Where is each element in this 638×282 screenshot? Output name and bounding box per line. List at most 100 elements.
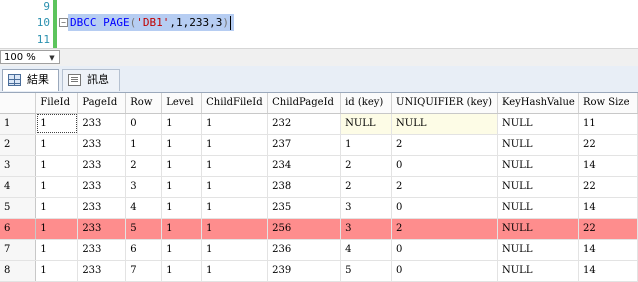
column-header[interactable]: UNIQUIFIER (key) <box>391 93 498 114</box>
tab-messages[interactable]: 訊息 <box>62 69 120 91</box>
row-number[interactable]: 6 <box>0 218 37 240</box>
grid-cell[interactable]: NULL <box>497 197 579 219</box>
grid-cell[interactable]: 5 <box>125 218 163 240</box>
grid-cell[interactable]: 1 <box>201 134 269 156</box>
grid-cell[interactable]: 233 <box>77 260 127 282</box>
grid-cell[interactable]: 1 <box>161 197 203 219</box>
grid-cell[interactable]: NULL <box>497 260 579 282</box>
table-row[interactable]: 8 1 233 7 1 1 239 5 0 NULL 14 <box>0 260 638 282</box>
grid-cell[interactable]: 233 <box>77 113 127 135</box>
grid-cell[interactable]: 1 <box>35 176 79 198</box>
grid-cell[interactable]: 2 <box>340 176 393 198</box>
grid-cell[interactable]: 1 <box>35 155 79 177</box>
grid-cell[interactable]: 6 <box>125 239 163 261</box>
column-header[interactable]: PageId <box>77 93 127 114</box>
code-line-selected[interactable]: DBCC PAGE('DB1',1,233,3) <box>68 14 234 31</box>
grid-cell[interactable]: 1 <box>35 260 79 282</box>
grid-cell[interactable]: 22 <box>578 134 638 156</box>
grid-cell[interactable]: 1 <box>161 155 203 177</box>
grid-cell[interactable]: NULL <box>340 113 393 135</box>
table-row[interactable]: 6 1 233 5 1 1 256 3 2 NULL 22 <box>0 218 638 240</box>
grid-cell[interactable]: 1 <box>201 155 269 177</box>
table-row[interactable]: 4 1 233 3 1 1 238 2 2 NULL 22 <box>0 176 638 198</box>
grid-cell[interactable]: 1 <box>161 113 203 135</box>
row-number[interactable]: 1 <box>0 113 37 135</box>
query-editor[interactable]: 9 10 11 − DBCC PAGE('DB1',1,233,3) <box>0 0 638 48</box>
grid-cell[interactable]: 0 <box>391 155 498 177</box>
grid-cell[interactable]: 1 <box>161 239 203 261</box>
grid-cell[interactable]: NULL <box>497 113 579 135</box>
grid-cell[interactable]: 239 <box>267 260 342 282</box>
column-header[interactable]: KeyHashValue <box>497 93 579 114</box>
grid-cell[interactable]: 2 <box>391 134 498 156</box>
grid-cell[interactable]: 1 <box>201 260 269 282</box>
grid-cell[interactable]: 232 <box>267 113 342 135</box>
grid-cell[interactable]: 7 <box>125 260 163 282</box>
tab-results[interactable]: 結果 <box>2 69 59 91</box>
grid-cell[interactable]: 1 <box>340 134 393 156</box>
grid-cell[interactable]: 1 <box>35 134 79 156</box>
grid-cell[interactable]: 0 <box>391 197 498 219</box>
grid-cell[interactable]: 1 <box>201 218 269 240</box>
row-number[interactable]: 4 <box>0 176 37 198</box>
grid-cell[interactable]: 0 <box>391 239 498 261</box>
results-grid[interactable]: FileId PageId Row Level ChildFileId Chil… <box>0 93 638 282</box>
row-number[interactable]: 5 <box>0 197 37 219</box>
row-number[interactable]: 3 <box>0 155 37 177</box>
grid-cell[interactable]: 4 <box>340 239 393 261</box>
grid-cell[interactable]: 1 <box>35 197 79 219</box>
chevron-down-icon[interactable]: ▼ <box>46 51 58 63</box>
grid-cell[interactable]: 14 <box>578 155 638 177</box>
column-header[interactable]: FileId <box>35 93 79 114</box>
grid-cell[interactable]: 1 <box>201 197 269 219</box>
table-row[interactable]: 2 1 233 1 1 1 237 1 2 NULL 22 <box>0 134 638 156</box>
grid-cell[interactable]: 1 <box>201 239 269 261</box>
corner-header[interactable] <box>0 93 37 114</box>
column-header[interactable]: Row Size <box>578 93 638 114</box>
row-number[interactable]: 2 <box>0 134 37 156</box>
collapse-toggle-icon[interactable]: − <box>59 18 68 27</box>
column-header[interactable]: Row <box>125 93 163 114</box>
grid-cell[interactable]: 3 <box>340 197 393 219</box>
grid-cell[interactable]: 233 <box>77 197 127 219</box>
grid-cell[interactable]: 1 <box>125 134 163 156</box>
grid-cell[interactable]: 22 <box>578 218 638 240</box>
grid-cell[interactable]: 3 <box>340 218 393 240</box>
grid-cell[interactable]: 14 <box>578 239 638 261</box>
grid-cell[interactable]: 14 <box>578 260 638 282</box>
table-row[interactable]: 5 1 233 4 1 1 235 3 0 NULL 14 <box>0 197 638 219</box>
grid-cell[interactable]: 0 <box>125 113 163 135</box>
grid-cell[interactable]: 1 <box>35 218 79 240</box>
grid-cell[interactable]: 1 <box>35 239 79 261</box>
grid-cell[interactable]: NULL <box>391 113 498 135</box>
grid-cell[interactable]: 0 <box>391 260 498 282</box>
grid-cell[interactable]: 233 <box>77 176 127 198</box>
grid-cell[interactable]: NULL <box>497 176 579 198</box>
grid-cell[interactable]: 233 <box>77 218 127 240</box>
grid-cell[interactable]: NULL <box>497 239 579 261</box>
grid-cell[interactable]: 5 <box>340 260 393 282</box>
grid-cell[interactable]: 234 <box>267 155 342 177</box>
column-header[interactable]: ChildFileId <box>201 93 269 114</box>
grid-cell[interactable]: 4 <box>125 197 163 219</box>
grid-cell[interactable]: 233 <box>77 155 127 177</box>
table-row[interactable]: 7 1 233 6 1 1 236 4 0 NULL 14 <box>0 239 638 261</box>
grid-cell[interactable]: 233 <box>77 134 127 156</box>
grid-cell[interactable]: 2 <box>340 155 393 177</box>
grid-cell[interactable]: 1 <box>201 113 269 135</box>
row-number[interactable]: 7 <box>0 239 37 261</box>
grid-cell[interactable]: 14 <box>578 197 638 219</box>
grid-cell[interactable]: 256 <box>267 218 342 240</box>
grid-cell[interactable]: 1 <box>161 260 203 282</box>
column-header[interactable]: ChildPageId <box>267 93 342 114</box>
zoom-select[interactable]: 100 % ▼ <box>0 50 60 64</box>
grid-cell[interactable]: 233 <box>77 239 127 261</box>
grid-cell[interactable]: NULL <box>497 155 579 177</box>
grid-cell[interactable]: 237 <box>267 134 342 156</box>
grid-cell[interactable]: 2 <box>125 155 163 177</box>
grid-cell[interactable]: 1 <box>35 113 79 135</box>
grid-cell[interactable]: NULL <box>497 218 579 240</box>
table-row[interactable]: 1 1 233 0 1 1 232 NULL NULL NULL 11 <box>0 113 638 135</box>
grid-cell[interactable]: 1 <box>161 134 203 156</box>
grid-cell[interactable]: 2 <box>391 176 498 198</box>
